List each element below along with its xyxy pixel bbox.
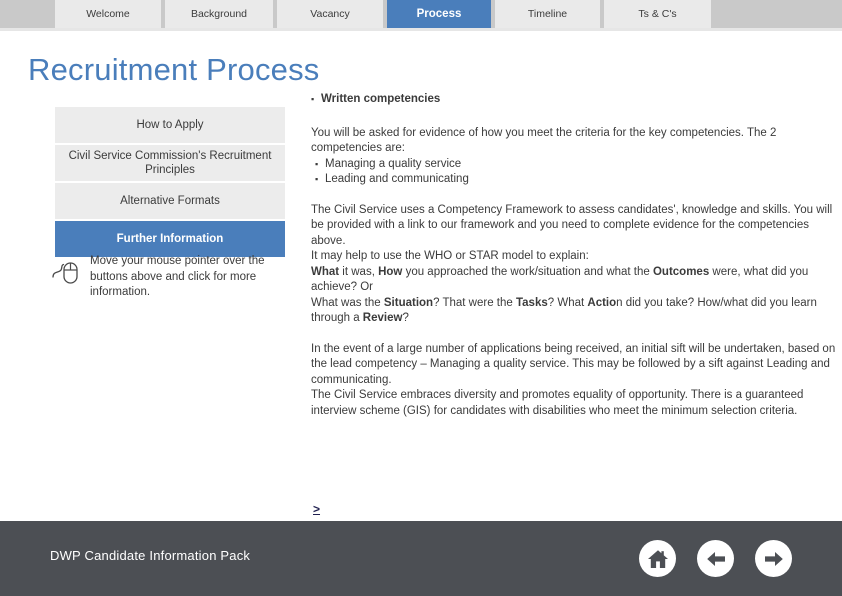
sidebar-item-label: How to Apply: [136, 119, 204, 131]
who-t1: it was,: [339, 265, 379, 278]
star-t2: ? What: [547, 296, 588, 309]
back-button[interactable]: [697, 540, 734, 577]
tab-vacancy[interactable]: Vacancy: [277, 0, 383, 28]
competency-label: Managing a quality service: [325, 157, 462, 170]
who-model-line: What it was, How you approached the work…: [311, 265, 839, 296]
arrow-right-icon: [762, 547, 786, 571]
model-block: It may help to use the WHO or STAR model…: [311, 249, 839, 327]
list-item: ▪ Managing a quality service: [315, 157, 839, 173]
tab-label: Ts & C's: [638, 8, 677, 20]
who-what: What: [311, 265, 340, 278]
framework-paragraph: The Civil Service uses a Competency Fram…: [311, 203, 833, 247]
sift-paragraph: In the event of a large number of applic…: [311, 342, 836, 386]
tab-process[interactable]: Process: [387, 0, 491, 28]
who-how: How: [378, 265, 403, 278]
bullet-square-icon: ▪: [315, 174, 319, 184]
star-review: Review: [362, 312, 403, 324]
bullet-square-icon: ▪: [315, 158, 319, 169]
footer-title: DWP Candidate Information Pack: [50, 548, 251, 563]
competency-list: ▪ Managing a quality service ▪ Leading a…: [315, 157, 839, 188]
tabbar-underline: [0, 28, 842, 31]
footer-nav: [639, 540, 792, 577]
sidebar-nav: How to Apply Civil Service Commission's …: [55, 107, 285, 259]
tab-label: Vacancy: [310, 8, 350, 20]
star-action: Actio: [587, 296, 617, 309]
sidebar-item-recruitment-principles[interactable]: Civil Service Commission's Recruitment P…: [55, 145, 285, 181]
star-situation: Situation: [383, 296, 434, 309]
home-icon: [646, 547, 670, 571]
next-button[interactable]: [755, 540, 792, 577]
sidebar-item-label: Alternative Formats: [120, 195, 220, 207]
mouse-icon: [50, 258, 84, 292]
bullet-square-icon: ▪: [311, 94, 315, 104]
tabbar-left-spacer: [0, 0, 55, 28]
main-content: ▪ Written competencies You will be asked…: [311, 92, 839, 419]
content-heading-bullet-row: ▪ Written competencies: [311, 92, 839, 108]
content-intro-paragraph: You will be asked for evidence of how yo…: [311, 126, 777, 155]
star-t4: ?: [402, 312, 409, 324]
sidebar-item-how-to-apply[interactable]: How to Apply: [55, 107, 285, 143]
arrow-left-icon: [704, 547, 728, 571]
star-t1: ? That were the: [433, 296, 516, 309]
home-button[interactable]: [639, 540, 676, 577]
sidebar-item-label: Civil Service Commission's Recruitment P…: [68, 150, 272, 176]
star-tasks: Tasks: [515, 296, 548, 309]
page-title: Recruitment Process: [28, 52, 320, 87]
sidebar-item-label: Further Information: [116, 233, 224, 245]
slide-root: Welcome Background Vacancy Process Timel…: [0, 0, 842, 596]
top-tabbar: Welcome Background Vacancy Process Timel…: [0, 0, 842, 28]
sidebar-item-further-information[interactable]: Further Information: [55, 221, 285, 257]
mouse-hint: Move your mouse pointer over the buttons…: [50, 254, 290, 301]
more-link[interactable]: >: [313, 502, 320, 516]
model-intro: It may help to use the WHO or STAR model…: [311, 250, 589, 262]
tab-background[interactable]: Background: [165, 0, 273, 28]
tab-label: Background: [190, 8, 248, 20]
tab-label: Welcome: [86, 8, 130, 20]
tab-label: Process: [416, 8, 462, 20]
tab-ts-and-cs[interactable]: Ts & C's: [604, 0, 711, 28]
content-heading: Written competencies: [321, 93, 441, 105]
diversity-paragraph: The Civil Service embraces diversity and…: [311, 389, 804, 417]
list-item: ▪ Leading and communicating: [315, 172, 839, 188]
star-model-line: What was the Situation? That were the Ta…: [311, 296, 839, 327]
who-outcomes: Outcomes: [652, 265, 710, 278]
tab-timeline[interactable]: Timeline: [495, 0, 600, 28]
mouse-hint-text: Move your mouse pointer over the buttons…: [90, 255, 265, 298]
footer-bar: DWP Candidate Information Pack: [0, 521, 842, 596]
star-t0: What was the: [311, 296, 384, 309]
competency-label: Leading and communicating: [325, 173, 469, 185]
tab-welcome[interactable]: Welcome: [55, 0, 161, 28]
tab-label: Timeline: [527, 8, 568, 20]
who-t2: you approached the work/situation and wh…: [402, 265, 653, 278]
sidebar-item-alternative-formats[interactable]: Alternative Formats: [55, 183, 285, 219]
